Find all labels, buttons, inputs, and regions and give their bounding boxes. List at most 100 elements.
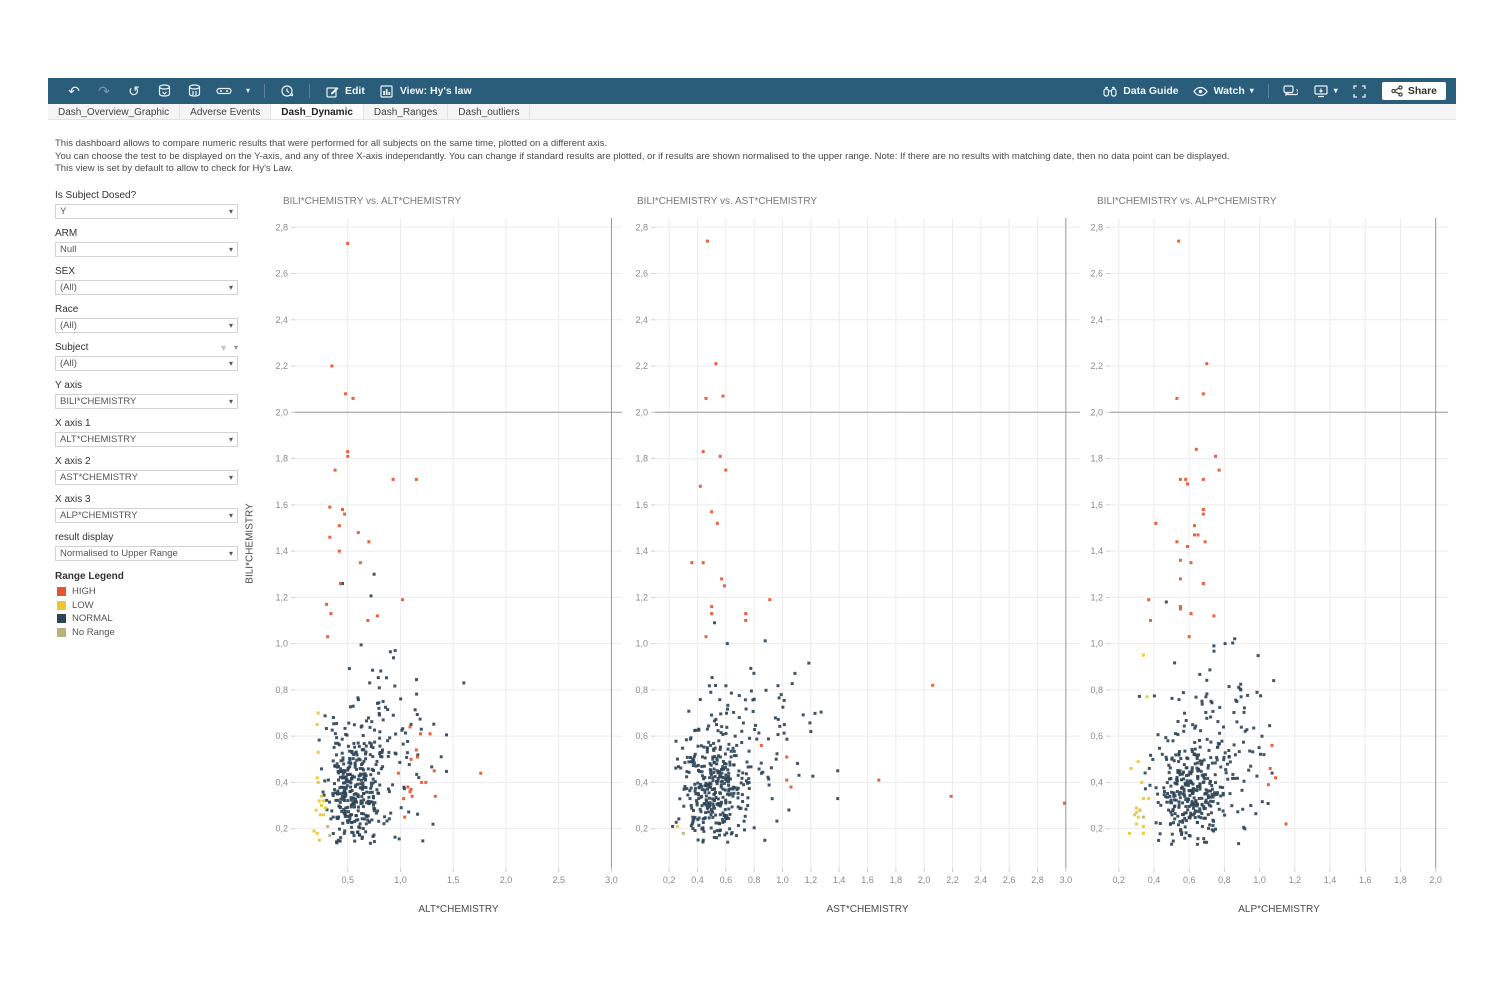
svg-text:0,2: 0,2: [1113, 875, 1126, 885]
tab-dash-dynamic[interactable]: Dash_Dynamic: [271, 104, 364, 119]
scatter-chart-bili-vs-alt[interactable]: 0,51,01,52,02,53,00,20,40,60,81,01,21,41…: [255, 212, 636, 915]
svg-text:2,5: 2,5: [552, 875, 565, 885]
svg-text:2,6: 2,6: [635, 269, 648, 279]
svg-text:1,0: 1,0: [635, 639, 648, 649]
arm-dropdown[interactable]: Null▾: [55, 242, 238, 257]
chart-title-alp: BILI*CHEMISTRY vs. ALP*CHEMISTRY: [1097, 196, 1277, 207]
chart-title-ast: BILI*CHEMISTRY vs. AST*CHEMISTRY: [637, 196, 817, 207]
view-label: View: Hy's law: [400, 85, 472, 97]
range-legend-title: Range Legend: [55, 571, 124, 582]
svg-text:1,0: 1,0: [776, 875, 789, 885]
filter-menu-caret-icon[interactable]: ▾: [234, 343, 238, 352]
x-axis-2-dropdown[interactable]: AST*CHEMISTRY▾: [55, 470, 238, 485]
svg-text:1,2: 1,2: [805, 875, 818, 885]
svg-text:1,6: 1,6: [861, 875, 874, 885]
x-axis-3-dropdown[interactable]: ALP*CHEMISTRY▾: [55, 508, 238, 523]
filter-x-axis-2: X axis 2 AST*CHEMISTRY▾: [55, 456, 238, 485]
y-axis-dropdown[interactable]: BILI*CHEMISTRY▾: [55, 394, 238, 409]
tab-adverse-events[interactable]: Adverse Events: [180, 104, 271, 119]
svg-text:2,2: 2,2: [635, 361, 648, 371]
is-subject-dosed-dropdown[interactable]: Y▾: [55, 204, 238, 219]
data-guide-button[interactable]: Data Guide: [1102, 83, 1178, 99]
chevron-down-icon: ▾: [229, 245, 233, 254]
legend-label: NORMAL: [72, 613, 113, 624]
dropdown-value: Null: [60, 244, 229, 255]
redo-icon[interactable]: ↷: [96, 83, 112, 99]
screenshot-stage: { "toolbar": { "edit_label": "Edit", "vi…: [0, 0, 1504, 1002]
scatter-chart-bili-vs-alp[interactable]: 0,20,40,60,81,01,21,41,61,82,00,20,40,60…: [1070, 212, 1462, 915]
chevron-down-icon: ▾: [229, 473, 233, 482]
filter-label: Y axis: [55, 380, 82, 391]
legend-item-normal[interactable]: NORMAL: [57, 613, 113, 624]
svg-text:2,2: 2,2: [1090, 361, 1103, 371]
svg-text:1,2: 1,2: [635, 592, 648, 602]
svg-text:0,8: 0,8: [748, 875, 761, 885]
sex-dropdown[interactable]: (All)▾: [55, 280, 238, 295]
flow-caret-icon[interactable]: ▾: [246, 87, 250, 95]
flow-icon[interactable]: [216, 83, 232, 99]
scatter-chart-bili-vs-ast[interactable]: 0,20,40,60,81,01,21,41,61,82,02,22,42,62…: [615, 212, 1094, 915]
refresh-data-icon[interactable]: [156, 83, 172, 99]
result-display-dropdown[interactable]: Normalised to Upper Range▾: [55, 546, 238, 561]
data-freshness-icon[interactable]: [279, 83, 295, 99]
legend-label: No Range: [72, 627, 115, 638]
svg-text:2,8: 2,8: [635, 222, 648, 232]
subject-dropdown[interactable]: (All)▾: [55, 356, 238, 371]
svg-text:0,8: 0,8: [1090, 685, 1103, 695]
tab-dash-ranges[interactable]: Dash_Ranges: [364, 104, 448, 119]
svg-text:1,8: 1,8: [275, 454, 288, 464]
svg-text:0,6: 0,6: [1090, 731, 1103, 741]
toolbar-divider: [1268, 84, 1269, 98]
app-toolbar: ↶ ↷ ↺ ▾ Edit View: Hy's law: [48, 78, 1456, 104]
dropdown-value: (All): [60, 282, 229, 293]
download-button[interactable]: ▾: [1313, 83, 1338, 99]
revert-icon[interactable]: ↺: [126, 83, 142, 99]
download-icon: [1313, 83, 1329, 99]
view-chart-icon: [379, 83, 395, 99]
legend-item-no-range[interactable]: No Range: [57, 627, 115, 638]
view-button[interactable]: View: Hy's law: [379, 83, 472, 99]
filter-label: SEX: [55, 266, 75, 277]
legend-item-low[interactable]: LOW: [57, 600, 94, 611]
svg-text:0,8: 0,8: [1218, 875, 1231, 885]
filter-subject: Subject ▼ ▾ (All)▾: [55, 342, 238, 371]
filter-x-axis-1: X axis 1 ALT*CHEMISTRY▾: [55, 418, 238, 447]
fullscreen-icon[interactable]: [1352, 83, 1368, 99]
edit-button[interactable]: Edit: [324, 83, 365, 99]
description-line: This dashboard allows to compare numeric…: [55, 138, 1395, 151]
svg-text:ALT*CHEMISTRY: ALT*CHEMISTRY: [418, 904, 499, 915]
svg-text:0,8: 0,8: [635, 685, 648, 695]
svg-text:1,8: 1,8: [890, 875, 903, 885]
tab-dash-outliers[interactable]: Dash_outliers: [448, 104, 530, 119]
chevron-down-icon: ▾: [229, 283, 233, 292]
legend-label: LOW: [72, 600, 94, 611]
svg-text:2,2: 2,2: [275, 361, 288, 371]
svg-text:0,5: 0,5: [341, 875, 354, 885]
svg-text:2,0: 2,0: [500, 875, 513, 885]
race-dropdown[interactable]: (All)▾: [55, 318, 238, 333]
x-axis-1-dropdown[interactable]: ALT*CHEMISTRY▾: [55, 432, 238, 447]
dropdown-value: ALP*CHEMISTRY: [60, 510, 229, 521]
svg-text:2,4: 2,4: [1090, 315, 1103, 325]
svg-text:2,0: 2,0: [1090, 407, 1103, 417]
pause-updates-icon[interactable]: [186, 83, 202, 99]
svg-text:1,2: 1,2: [1289, 875, 1302, 885]
tab-dash-overview-graphic[interactable]: Dash_Overview_Graphic: [48, 104, 180, 119]
svg-text:2,8: 2,8: [275, 222, 288, 232]
description-line: This view is set by default to allow to …: [55, 163, 1395, 176]
dashboard-description: This dashboard allows to compare numeric…: [55, 138, 1395, 176]
legend-item-high[interactable]: HIGH: [57, 586, 96, 597]
filter-label: Subject: [55, 342, 88, 353]
undo-icon[interactable]: ↶: [66, 83, 82, 99]
comments-icon[interactable]: [1283, 83, 1299, 99]
filter-result-display: result display Normalised to Upper Range…: [55, 532, 238, 561]
svg-text:1,8: 1,8: [635, 454, 648, 464]
svg-text:2,6: 2,6: [1090, 269, 1103, 279]
svg-text:1,6: 1,6: [635, 500, 648, 510]
share-button[interactable]: Share: [1382, 82, 1446, 100]
dropdown-value: (All): [60, 358, 229, 369]
watch-button[interactable]: Watch ▾: [1193, 83, 1254, 99]
filter-label: X axis 1: [55, 418, 91, 429]
svg-text:2,8: 2,8: [1031, 875, 1044, 885]
filter-funnel-icon[interactable]: ▼: [219, 343, 228, 353]
